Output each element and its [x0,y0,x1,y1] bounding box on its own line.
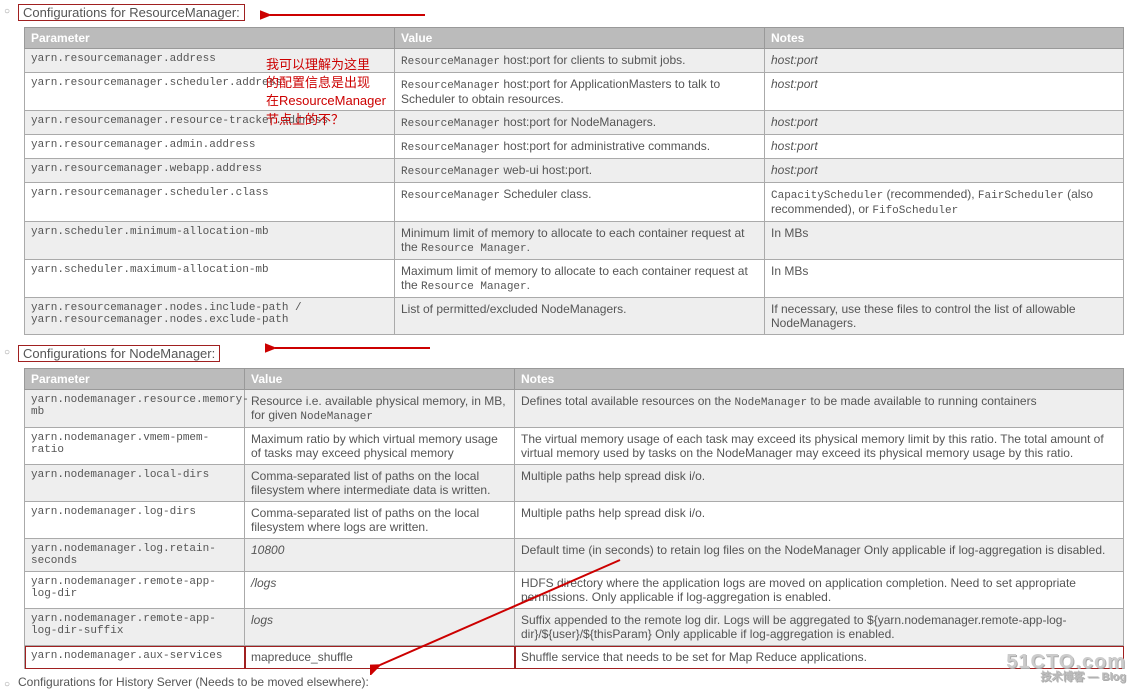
cell-value: Maximum ratio by which virtual memory us… [245,428,515,465]
cell-notes: host:port [765,111,1124,135]
cell-notes: Multiple paths help spread disk i/o. [515,465,1124,502]
cell-notes: host:port [765,159,1124,183]
cell-value: mapreduce_shuffle [245,646,515,669]
cell-parameter: yarn.scheduler.minimum-allocation-mb [25,222,395,260]
table-row: yarn.scheduler.maximum-allocation-mbMaxi… [25,260,1124,298]
cell-notes: Suffix appended to the remote log dir. L… [515,609,1124,646]
table-row: yarn.resourcemanager.webapp.addressResou… [25,159,1124,183]
cell-value: ResourceManager host:port for Applicatio… [395,73,765,111]
section-title-historyserver: Configurations for History Server (Needs… [18,675,369,689]
col-parameter: Parameter [25,28,395,49]
cell-notes: In MBs [765,222,1124,260]
cell-notes: Defines total available resources on the… [515,390,1124,428]
cell-value: ResourceManager web-ui host:port. [395,159,765,183]
table-row: yarn.resourcemanager.admin.addressResour… [25,135,1124,159]
cell-value: List of permitted/excluded NodeManagers. [395,298,765,335]
cell-notes: The virtual memory usage of each task ma… [515,428,1124,465]
cell-value: 10800 [245,539,515,572]
cell-value: Resource i.e. available physical memory,… [245,390,515,428]
cell-value: ResourceManager host:port for clients to… [395,49,765,73]
cell-notes: CapacityScheduler (recommended), FairSch… [765,183,1124,222]
annotation-line1: 我可以理解为这里 [266,56,386,74]
table-row: yarn.resourcemanager.scheduler.classReso… [25,183,1124,222]
cell-parameter: yarn.resourcemanager.scheduler.class [25,183,395,222]
cell-value: Minimum limit of memory to allocate to e… [395,222,765,260]
cell-notes: HDFS directory where the application log… [515,572,1124,609]
cell-parameter: yarn.nodemanager.remote-app-log-dir-suff… [25,609,245,646]
table-row: yarn.nodemanager.vmem-pmem-ratioMaximum … [25,428,1124,465]
section-title-resourcemanager: Configurations for ResourceManager: [18,4,245,21]
annotation-line3: 在ResourceManager [266,92,386,110]
annotation-line2: 的配置信息是出现 [266,74,386,92]
cell-parameter: yarn.scheduler.maximum-allocation-mb [25,260,395,298]
cell-notes: host:port [765,49,1124,73]
cell-parameter: yarn.nodemanager.log.retain-seconds [25,539,245,572]
table-row: yarn.nodemanager.remote-app-log-dir-suff… [25,609,1124,646]
table-row: yarn.nodemanager.resource.memory-mbResou… [25,390,1124,428]
cell-value: ResourceManager host:port for administra… [395,135,765,159]
cell-parameter: yarn.nodemanager.local-dirs [25,465,245,502]
watermark-main: 51CTO.com [1006,652,1126,672]
table-resourcemanager: Parameter Value Notes yarn.resourcemanag… [24,27,1124,335]
cell-value: ResourceManager Scheduler class. [395,183,765,222]
cell-value: Comma-separated list of paths on the loc… [245,502,515,539]
table-row: yarn.resourcemanager.resource-tracker.ad… [25,111,1124,135]
col-value: Value [395,28,765,49]
cell-notes: host:port [765,73,1124,111]
cell-parameter: yarn.nodemanager.remote-app-log-dir [25,572,245,609]
table-row: yarn.scheduler.minimum-allocation-mbMini… [25,222,1124,260]
table-row: yarn.nodemanager.log-dirsComma-separated… [25,502,1124,539]
cell-notes: Default time (in seconds) to retain log … [515,539,1124,572]
cell-notes: If necessary, use these files to control… [765,298,1124,335]
col-notes: Notes [515,369,1124,390]
table-row: yarn.nodemanager.local-dirsComma-separat… [25,465,1124,502]
table-row: yarn.resourcemanager.nodes.include-path … [25,298,1124,335]
table-nodemanager: Parameter Value Notes yarn.nodemanager.r… [24,368,1124,669]
cell-parameter: yarn.nodemanager.resource.memory-mb [25,390,245,428]
cell-notes: In MBs [765,260,1124,298]
cell-parameter: yarn.resourcemanager.nodes.include-path … [25,298,395,335]
section-title-nodemanager: Configurations for NodeManager: [18,345,220,362]
annotation-line4: 节点上的不？ [266,111,386,129]
cell-value: Comma-separated list of paths on the loc… [245,465,515,502]
table-row: yarn.nodemanager.remote-app-log-dir/logs… [25,572,1124,609]
cell-value: /logs [245,572,515,609]
table-row: yarn.nodemanager.log.retain-seconds10800… [25,539,1124,572]
cell-parameter: yarn.resourcemanager.webapp.address [25,159,395,183]
cell-notes: host:port [765,135,1124,159]
bullet-icon: ○ [4,347,10,358]
col-value: Value [245,369,515,390]
cell-notes: Multiple paths help spread disk i/o. [515,502,1124,539]
col-notes: Notes [765,28,1124,49]
bullet-icon: ○ [4,679,10,690]
table-row: yarn.resourcemanager.addressResourceMana… [25,49,1124,73]
cell-parameter: yarn.nodemanager.aux-services [25,646,245,669]
cell-parameter: yarn.nodemanager.vmem-pmem-ratio [25,428,245,465]
cell-parameter: yarn.nodemanager.log-dirs [25,502,245,539]
cell-value: logs [245,609,515,646]
annotation-text: 我可以理解为这里 的配置信息是出现 在ResourceManager 节点上的不… [266,56,386,129]
table-row: yarn.resourcemanager.scheduler.addressRe… [25,73,1124,111]
cell-value: ResourceManager host:port for NodeManage… [395,111,765,135]
watermark-sub: 技术博客 — Blog [1006,672,1126,683]
col-parameter: Parameter [25,369,245,390]
watermark: 51CTO.com 技术博客 — Blog [1006,652,1126,683]
cell-value: Maximum limit of memory to allocate to e… [395,260,765,298]
bullet-icon: ○ [4,6,10,17]
cell-parameter: yarn.resourcemanager.admin.address [25,135,395,159]
table-row: yarn.nodemanager.aux-servicesmapreduce_s… [25,646,1124,669]
